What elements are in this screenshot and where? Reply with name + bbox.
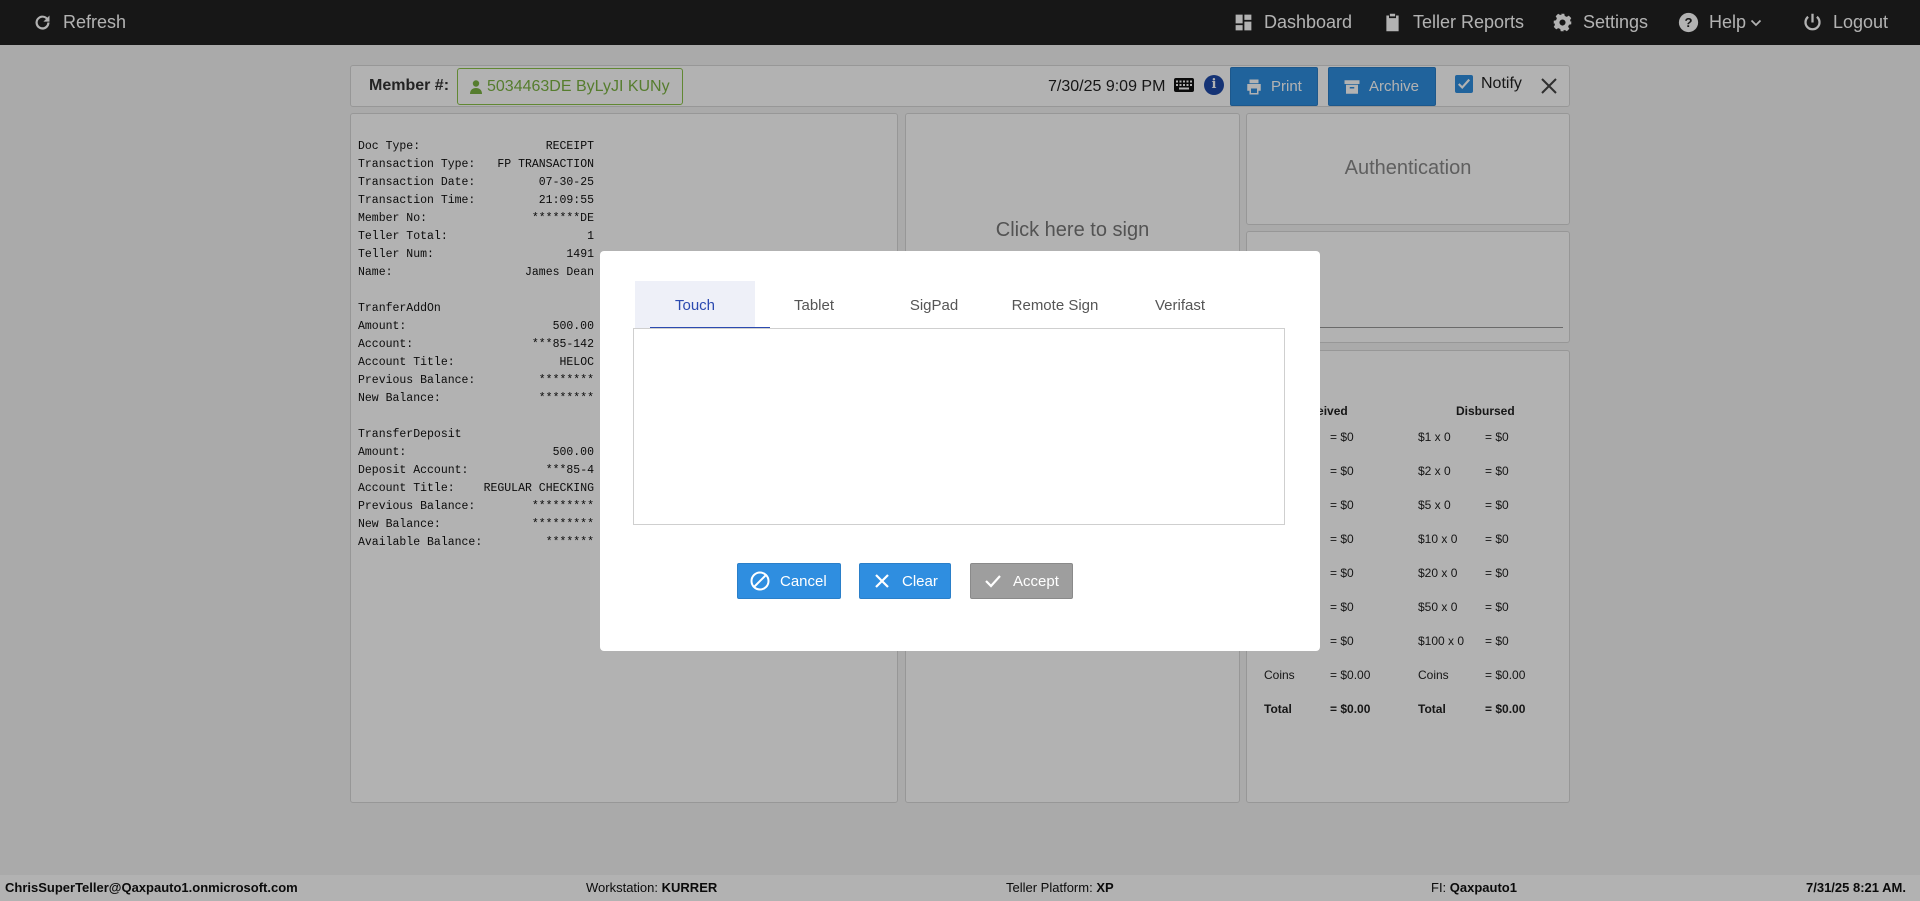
tab-sigpad[interactable]: SigPad [874,281,994,329]
touch-signature-area[interactable] [633,328,1285,525]
clear-label: Clear [902,572,938,590]
cancel-button[interactable]: Cancel [737,563,841,599]
accept-label: Accept [1013,572,1059,590]
tab-verifast[interactable]: Verifast [1120,281,1240,329]
tab-remote-sign[interactable]: Remote Sign [995,281,1115,329]
cancel-label: Cancel [780,572,827,590]
checkmark-icon [985,575,1001,588]
accept-button[interactable]: Accept [970,563,1073,599]
x-icon [875,574,889,588]
tab-tablet[interactable]: Tablet [754,281,874,329]
signature-modal: Touch Tablet SigPad Remote Sign Verifast Can… [600,251,1320,651]
clear-button[interactable]: Clear [859,563,951,599]
tab-touch[interactable]: Touch [635,281,755,329]
ban-icon [750,571,770,591]
